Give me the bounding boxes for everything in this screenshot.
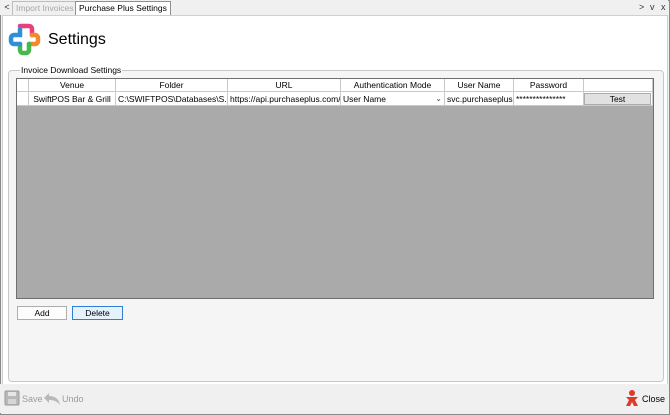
undo-label: Undo	[62, 394, 84, 404]
test-button[interactable]: Test	[584, 93, 651, 105]
save-button[interactable]: Save	[22, 391, 43, 407]
column-header-action	[584, 79, 653, 92]
column-header-authentication-mode[interactable]: Authentication Mode	[341, 79, 445, 92]
add-button[interactable]: Add	[17, 306, 67, 320]
close-label: Close	[642, 394, 666, 404]
save-label: Save	[22, 394, 43, 404]
column-header-venue[interactable]: Venue	[29, 79, 116, 92]
url-cell[interactable]: https://api.purchaseplus.com/	[228, 92, 341, 106]
page-title: Settings	[48, 31, 106, 48]
tab-purchase-plus-settings[interactable]: Purchase Plus Settings	[75, 1, 171, 15]
delete-button[interactable]: Delete	[72, 306, 123, 320]
close-icon	[626, 390, 638, 406]
row-selector[interactable]	[17, 92, 29, 106]
column-header-password[interactable]: Password	[514, 79, 584, 92]
tab-scroll-right-button[interactable]: >	[639, 1, 644, 14]
user-name-cell[interactable]: svc.purchaseplus...	[445, 92, 514, 106]
purchase-plus-logo-icon	[8, 23, 41, 56]
tab-scroll-left-button[interactable]: <	[2, 1, 12, 14]
group-legend: Invoice Download Settings	[20, 65, 123, 76]
chevron-down-icon[interactable]: ⌄	[435, 92, 442, 105]
column-header-folder[interactable]: Folder	[116, 79, 228, 92]
table-row[interactable]: SwiftPOS Bar & Grill C:\SWIFTPOS\Databas…	[17, 92, 653, 106]
tab-close-button[interactable]: x	[661, 1, 666, 14]
column-header-url[interactable]: URL	[228, 79, 341, 92]
tab-strip: < Import Invoices Purchase Plus Settings…	[0, 0, 668, 15]
authentication-mode-dropdown[interactable]: User Name ⌄	[341, 92, 445, 106]
undo-button[interactable]: Undo	[62, 391, 84, 407]
password-cell[interactable]: ***************	[514, 92, 584, 106]
venue-cell[interactable]: SwiftPOS Bar & Grill	[29, 92, 116, 106]
save-icon	[4, 390, 20, 406]
bottom-toolbar: Save Undo Close	[0, 384, 668, 413]
column-header-user-name[interactable]: User Name	[445, 79, 514, 92]
tab-import-invoices[interactable]: Import Invoices	[12, 1, 78, 15]
close-button[interactable]: Close	[642, 391, 665, 407]
folder-cell[interactable]: C:\SWIFTPOS\Databases\S...	[116, 92, 228, 106]
grid-header: Venue Folder URL Authentication Mode Use…	[17, 79, 653, 92]
action-cell: Test	[584, 92, 653, 106]
settings-grid[interactable]: Venue Folder URL Authentication Mode Use…	[16, 78, 654, 299]
authentication-mode-value: User Name	[343, 94, 386, 104]
row-header-corner	[17, 79, 29, 92]
tab-list-button[interactable]: v	[650, 1, 655, 14]
undo-icon	[44, 393, 60, 405]
